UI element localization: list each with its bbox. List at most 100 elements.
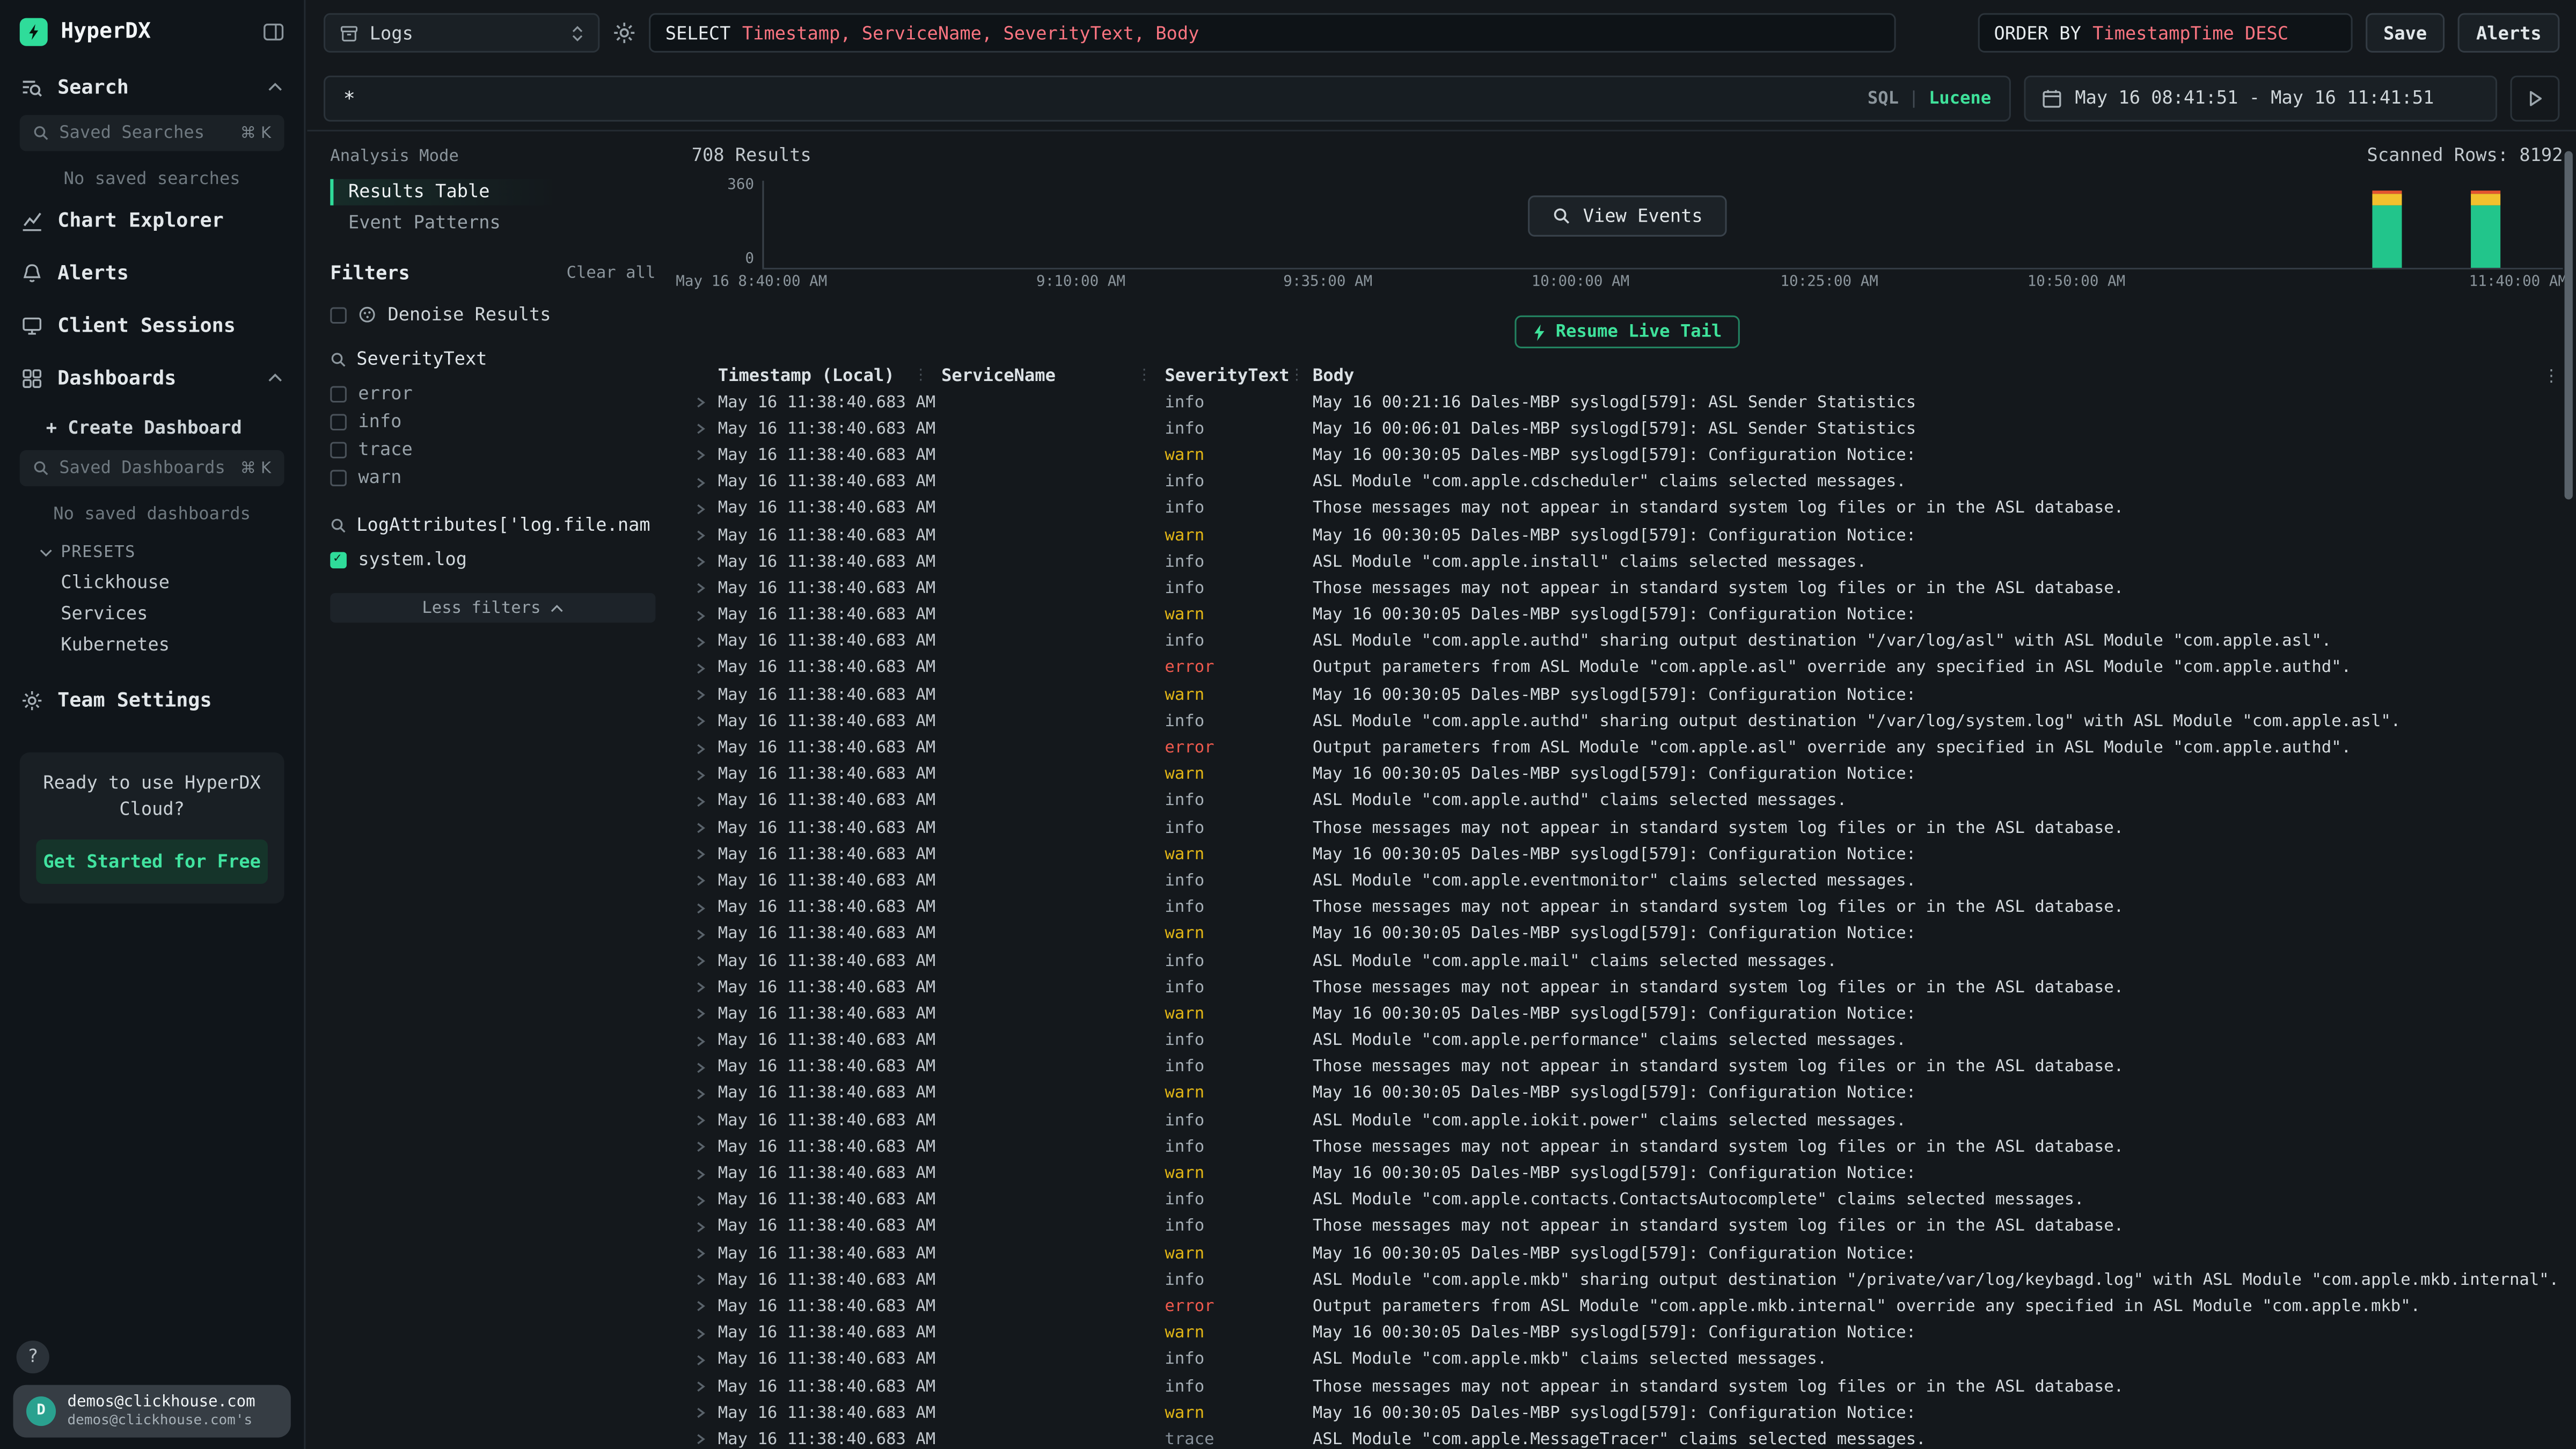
source-selector[interactable]: Logs [324, 13, 599, 52]
date-range-picker[interactable]: May 16 08:41:51 - May 16 11:41:51 [2024, 75, 2497, 121]
log-table-row[interactable]: May 16 11:38:40.683 AM warn May 16 00:30… [692, 443, 2563, 470]
row-expand-icon[interactable] [692, 635, 718, 648]
log-table-row[interactable]: May 16 11:38:40.683 AM info ASL Module "… [692, 628, 2563, 655]
log-table-row[interactable]: May 16 11:38:40.683 AM info Those messag… [692, 1214, 2563, 1241]
user-card[interactable]: D demos@clickhouse.com demos@clickhouse.… [13, 1385, 290, 1438]
checkbox[interactable] [330, 551, 347, 568]
column-header-servicename[interactable]: ServiceName⋮ [941, 367, 1165, 386]
log-table-row[interactable]: May 16 11:38:40.683 AM warn May 16 00:30… [692, 921, 2563, 948]
sidebar-item-dashboards[interactable]: Dashboards [0, 352, 304, 404]
row-expand-icon[interactable] [692, 1034, 718, 1047]
log-table-row[interactable]: May 16 11:38:40.683 AM info ASL Module "… [692, 1267, 2563, 1294]
log-table-row[interactable]: May 16 11:38:40.683 AM info May 16 00:21… [692, 390, 2563, 416]
log-table-row[interactable]: May 16 11:38:40.683 AM info Those messag… [692, 575, 2563, 602]
log-table-row[interactable]: May 16 11:38:40.683 AM error Output para… [692, 735, 2563, 762]
mode-event-patterns[interactable]: Event Patterns [330, 210, 655, 237]
row-expand-icon[interactable] [692, 1353, 718, 1366]
log-table-row[interactable]: May 16 11:38:40.683 AM info ASL Module "… [692, 1107, 2563, 1134]
sql-mode-toggle[interactable]: SQL [1868, 88, 1899, 108]
log-table-row[interactable]: May 16 11:38:40.683 AM warn May 16 00:30… [692, 1320, 2563, 1347]
checkbox[interactable] [330, 413, 347, 430]
alerts-button[interactable]: Alerts [2458, 13, 2559, 52]
filter-checkbox-option[interactable]: trace [330, 435, 655, 463]
log-table-row[interactable]: May 16 11:38:40.683 AM warn May 16 00:30… [692, 602, 2563, 629]
get-started-button[interactable]: Get Started for Free [36, 839, 268, 884]
log-table-row[interactable]: May 16 11:38:40.683 AM info ASL Module "… [692, 469, 2563, 496]
row-expand-icon[interactable] [692, 1300, 718, 1313]
log-table-row[interactable]: May 16 11:38:40.683 AM info ASL Module "… [692, 549, 2563, 576]
log-table-row[interactable]: May 16 11:38:40.683 AM warn May 16 00:30… [692, 1161, 2563, 1188]
filter-checkbox-option[interactable]: error [330, 379, 655, 407]
preset-item[interactable]: Services [0, 598, 304, 629]
log-table-row[interactable]: May 16 11:38:40.683 AM info May 16 00:06… [692, 416, 2563, 443]
sidebar-item-team-settings[interactable]: Team Settings [0, 674, 304, 726]
resume-live-tail-button[interactable]: Resume Live Tail [1514, 316, 1740, 348]
view-events-button[interactable]: View Events [1527, 195, 1728, 237]
row-expand-icon[interactable] [692, 1274, 718, 1286]
log-table-row[interactable]: May 16 11:38:40.683 AM warn May 16 00:30… [692, 1400, 2563, 1427]
presets-header[interactable]: PRESETS [0, 529, 304, 567]
row-expand-icon[interactable] [692, 1008, 718, 1021]
log-table-row[interactable]: May 16 11:38:40.683 AM info Those messag… [692, 895, 2563, 921]
create-dashboard-button[interactable]: + Create Dashboard [0, 404, 304, 449]
row-expand-icon[interactable] [692, 609, 718, 621]
row-expand-icon[interactable] [692, 1114, 718, 1127]
log-table-row[interactable]: May 16 11:38:40.683 AM info ASL Module "… [692, 1187, 2563, 1214]
row-expand-icon[interactable] [692, 689, 718, 701]
checkbox[interactable] [330, 469, 347, 486]
checkbox[interactable] [330, 441, 347, 458]
row-expand-icon[interactable] [692, 1087, 718, 1100]
log-table-row[interactable]: May 16 11:38:40.683 AM trace ASL Module … [692, 1426, 2563, 1449]
row-expand-icon[interactable] [692, 423, 718, 436]
row-expand-icon[interactable] [692, 769, 718, 781]
log-table-row[interactable]: May 16 11:38:40.683 AM info ASL Module "… [692, 788, 2563, 815]
log-table-row[interactable]: May 16 11:38:40.683 AM info Those messag… [692, 975, 2563, 1001]
row-expand-icon[interactable] [692, 822, 718, 835]
log-table-row[interactable]: May 16 11:38:40.683 AM info Those messag… [692, 1054, 2563, 1081]
log-table-row[interactable]: May 16 11:38:40.683 AM warn May 16 00:30… [692, 682, 2563, 709]
log-table-row[interactable]: May 16 11:38:40.683 AM error Output para… [692, 655, 2563, 682]
saved-dashboards-input[interactable]: Saved Dashboards ⌘ K [20, 450, 284, 486]
filter-checkbox-option[interactable]: info [330, 407, 655, 435]
row-expand-icon[interactable] [692, 1141, 718, 1154]
row-expand-icon[interactable] [692, 1327, 718, 1340]
histogram-bar[interactable] [2471, 191, 2501, 268]
log-table-row[interactable]: May 16 11:38:40.683 AM info ASL Module "… [692, 1028, 2563, 1055]
row-expand-icon[interactable] [692, 1167, 718, 1180]
log-table-row[interactable]: May 16 11:38:40.683 AM info ASL Module "… [692, 948, 2563, 975]
log-table-row[interactable]: May 16 11:38:40.683 AM warn May 16 00:30… [692, 1081, 2563, 1108]
filter-checkbox-option[interactable]: warn [330, 463, 655, 491]
log-table-row[interactable]: May 16 11:38:40.683 AM warn May 16 00:30… [692, 1001, 2563, 1028]
row-expand-icon[interactable] [692, 476, 718, 489]
sidebar-item-chart-explorer[interactable]: Chart Explorer [0, 194, 304, 246]
table-options-kebab-icon[interactable]: ⋮ [2543, 367, 2560, 385]
sidebar-item-search[interactable]: Search [0, 61, 304, 113]
column-drag-handle[interactable]: ⋮ [1290, 368, 1305, 385]
row-expand-icon[interactable] [692, 1380, 718, 1393]
log-table-row[interactable]: May 16 11:38:40.683 AM info ASL Module "… [692, 708, 2563, 735]
sidebar-item-client-sessions[interactable]: Client Sessions [0, 299, 304, 352]
row-expand-icon[interactable] [692, 981, 718, 994]
row-expand-icon[interactable] [692, 1247, 718, 1260]
row-expand-icon[interactable] [692, 1061, 718, 1074]
save-button[interactable]: Save [2365, 13, 2445, 52]
preset-item[interactable]: Kubernetes [0, 629, 304, 660]
row-expand-icon[interactable] [692, 848, 718, 861]
search-query-input[interactable]: * SQL|Lucene [324, 75, 2011, 121]
vertical-scrollbar[interactable] [2565, 151, 2573, 500]
log-table-row[interactable]: May 16 11:38:40.683 AM warn May 16 00:30… [692, 841, 2563, 868]
row-expand-icon[interactable] [692, 502, 718, 515]
row-expand-icon[interactable] [692, 902, 718, 914]
clear-all-link[interactable]: Clear all [567, 264, 656, 282]
row-expand-icon[interactable] [692, 582, 718, 595]
lucene-mode-toggle[interactable]: Lucene [1929, 88, 1991, 108]
sidebar-collapse-icon[interactable] [263, 23, 284, 41]
column-drag-handle[interactable]: ⋮ [913, 368, 928, 385]
log-table-row[interactable]: May 16 11:38:40.683 AM warn May 16 00:30… [692, 762, 2563, 788]
saved-searches-input[interactable]: Saved Searches ⌘ K [20, 115, 284, 151]
row-expand-icon[interactable] [692, 396, 718, 409]
log-table-row[interactable]: May 16 11:38:40.683 AM warn May 16 00:30… [692, 522, 2563, 549]
row-expand-icon[interactable] [692, 449, 718, 462]
denoise-results-option[interactable]: Denoise Results [330, 304, 655, 325]
log-table-row[interactable]: May 16 11:38:40.683 AM info ASL Module "… [692, 868, 2563, 895]
